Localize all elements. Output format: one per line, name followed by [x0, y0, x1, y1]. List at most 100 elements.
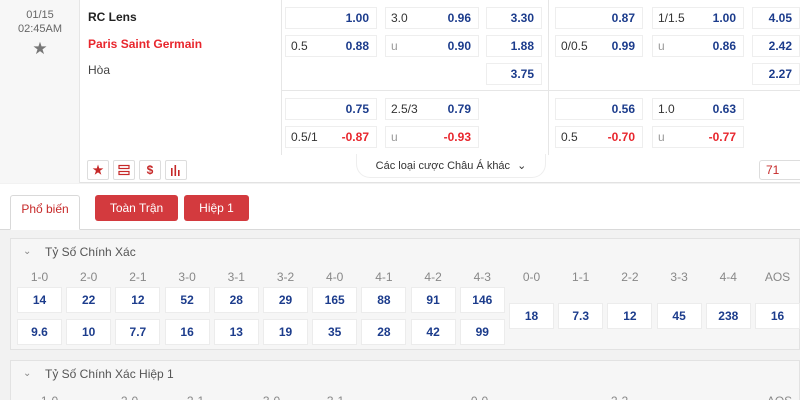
score-odds[interactable]: 13 [213, 319, 259, 345]
odds-ht-ou-under-cell[interactable]: u 0.86 [652, 35, 744, 57]
score-odds[interactable]: 99 [459, 319, 505, 345]
odds-ht-hdp-away: -0.70 [607, 130, 635, 144]
hdp-line: 0.5/1 [291, 130, 318, 144]
score-odds[interactable]: 91 [410, 287, 456, 313]
ou-line: 2.5/3 [391, 102, 418, 116]
correct-score-ht-header[interactable]: ⌄ Tỷ Số Chính Xác Hiệp 1 [11, 361, 799, 387]
score-odds[interactable]: 52 [164, 287, 210, 313]
score-odds[interactable]: 146 [459, 287, 505, 313]
odds-ht-ou-over: 1.00 [712, 11, 736, 25]
odds-ou-over-cell[interactable]: 3.0 0.96 [385, 7, 479, 29]
score-odds[interactable]: 19 [263, 319, 308, 345]
odds-ht-hdp-away: 0.99 [611, 39, 635, 53]
ou-line: 1.0 [658, 102, 675, 116]
more-asian-markets-button[interactable]: Các loại cược Châu Á khác ⌄ [356, 154, 546, 178]
star-icon[interactable]: ★ [31, 40, 49, 58]
odds-ht-ou-over-cell[interactable]: 1/1.5 1.00 [652, 7, 744, 29]
score-odds[interactable]: 22 [66, 287, 112, 313]
score-odds[interactable]: 28 [213, 287, 259, 313]
score-label: 4-2 [424, 270, 442, 284]
score-label: 2-1 [129, 270, 147, 284]
odds-ht-1x2-draw[interactable]: 2.27 [752, 63, 800, 85]
score-label: 0-0 [522, 270, 541, 284]
ou-line: 1/1.5 [658, 11, 685, 25]
score-odds[interactable]: 42 [410, 319, 456, 345]
odds-ht-hdp-away-cell[interactable]: 0/0.5 0.99 [555, 35, 643, 57]
odds-hdp-away-cell[interactable]: 0.5/1 -0.87 [285, 126, 377, 148]
score-odds[interactable]: 29 [263, 287, 308, 313]
divider [281, 0, 282, 155]
odds-ht-hdp-home[interactable]: 0.56 [555, 98, 643, 120]
chevron-down-icon: ⌄ [23, 368, 32, 379]
odds-ou-under: 0.90 [447, 39, 471, 53]
dollar-icon[interactable]: $ [139, 160, 161, 180]
market-count: 71 [766, 163, 780, 177]
section-title: Tỷ Số Chính Xác Hiệp 1 [45, 367, 174, 381]
bar-chart-icon[interactable] [165, 160, 187, 180]
odds-ou-under-cell[interactable]: u -0.93 [385, 126, 479, 148]
score-label: 1-0 [25, 394, 74, 400]
favorite-star-icon[interactable]: ★ [87, 160, 109, 180]
score-odds[interactable]: 7.3 [558, 303, 604, 329]
odds-ht-hdp-away-cell[interactable]: 0.5 -0.70 [555, 126, 643, 148]
score-label: 2-2 [595, 394, 644, 400]
odds-ou-under: -0.93 [443, 130, 471, 144]
correct-score-header[interactable]: ⌄ Tỷ Số Chính Xác [11, 239, 799, 265]
score-odds[interactable]: 12 [115, 287, 161, 313]
odds-ht-ou-over-cell[interactable]: 1.0 0.63 [652, 98, 744, 120]
score-odds[interactable]: 45 [656, 303, 702, 329]
score-odds[interactable]: 10 [66, 319, 112, 345]
score-odds[interactable]: 18 [509, 303, 554, 329]
score-label: 3-0 [247, 394, 296, 400]
score-odds[interactable]: 28 [361, 319, 407, 345]
score-odds[interactable]: 35 [312, 319, 358, 345]
score-odds[interactable]: 7.7 [115, 319, 161, 345]
score-label: 4-3 [473, 270, 491, 284]
tab-first-half[interactable]: Hiệp 1 [184, 195, 249, 221]
odds-ht-ou-under-cell[interactable]: u -0.77 [652, 126, 744, 148]
score-odds[interactable]: 165 [312, 287, 358, 313]
away-team: Paris Saint Germain [88, 37, 203, 51]
score-odds[interactable]: 16 [755, 303, 800, 329]
odds-ht-1x2-away[interactable]: 2.42 [752, 35, 800, 57]
odds-ht-hdp-home[interactable]: 0.87 [555, 7, 643, 29]
match-date: 01/15 [26, 9, 54, 21]
hdp-line: 0/0.5 [561, 39, 588, 53]
odds-hdp-away-cell[interactable]: 0.5 0.88 [285, 35, 377, 57]
draw-label: Hòa [88, 63, 111, 77]
odds-hdp-away: 0.88 [345, 39, 369, 53]
odds-ht-ou-under: 0.86 [712, 39, 736, 53]
home-team: RC Lens [88, 10, 137, 24]
score-label: 4-0 [326, 270, 344, 284]
odds-ou-over-cell[interactable]: 2.5/3 0.79 [385, 98, 479, 120]
odds-1x2-draw[interactable]: 3.75 [486, 63, 542, 85]
score-label: AOS [755, 394, 800, 400]
under-label: u [391, 39, 398, 53]
tab-full-match[interactable]: Toàn Trận [95, 195, 178, 221]
odds-ht-1x2-home[interactable]: 4.05 [752, 7, 800, 29]
tab-popular[interactable]: Phổ biến [10, 195, 80, 230]
odds-hdp-home[interactable]: 1.00 [285, 7, 377, 29]
market-count-button[interactable]: 71 [759, 160, 800, 180]
more-asian-markets-label: Các loại cược Châu Á khác [375, 160, 511, 172]
match-row: 01/15 02:45AM ★ RC Lens Paris Saint Germ… [0, 0, 800, 183]
odds-1x2-home[interactable]: 3.30 [486, 7, 542, 29]
score-odds[interactable]: 9.6 [17, 319, 62, 345]
score-odds[interactable]: 16 [164, 319, 210, 345]
odds-1x2-away[interactable]: 1.88 [486, 35, 542, 57]
odds-hdp-home[interactable]: 0.75 [285, 98, 377, 120]
score-label: 2-2 [621, 270, 639, 284]
under-label: u [391, 130, 398, 144]
score-odds[interactable]: 12 [607, 303, 653, 329]
score-odds[interactable]: 88 [361, 287, 407, 313]
score-label: 0-0 [455, 394, 504, 400]
score-odds[interactable]: 238 [705, 303, 751, 329]
odds-ou-under-cell[interactable]: u 0.90 [385, 35, 479, 57]
score-odds[interactable]: 14 [17, 287, 62, 313]
page: 01/15 02:45AM ★ RC Lens Paris Saint Germ… [0, 0, 800, 400]
under-label: u [658, 130, 665, 144]
market-tabs: Phổ biến Toàn Trận Hiệp 1 [0, 184, 800, 230]
correct-score-ht-section: ⌄ Tỷ Số Chính Xác Hiệp 1 1-0 2-0 2-1 3-0 3-1… [10, 360, 800, 400]
list-icon[interactable] [113, 160, 135, 180]
section-title: Tỷ Số Chính Xác [45, 245, 136, 259]
